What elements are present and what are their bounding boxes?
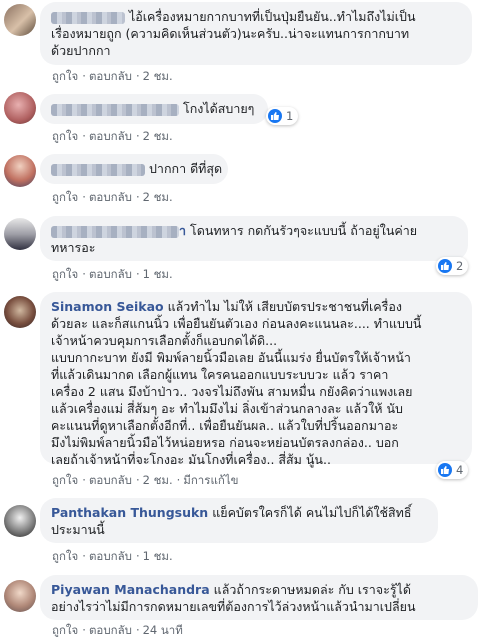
timestamp[interactable]: 2 ชม. bbox=[143, 473, 173, 487]
like-link[interactable]: ถูกใจ bbox=[52, 129, 78, 143]
comment-actions: ถูกใจ · ตอบกลับ · 2 ชม. bbox=[52, 69, 173, 83]
reply-link[interactable]: ตอบกลับ bbox=[89, 549, 132, 563]
comment-text-line: เลยถ้าเจ้าหน้าที่จะโกงอะ มันโกงที่เครื่อ… bbox=[51, 452, 331, 467]
like-thumb-icon bbox=[438, 463, 452, 477]
comment-text: โกงได้สบายๆ bbox=[182, 101, 255, 116]
comment-text-line: โดนทหาร กดกันรัวๆจะแบบนี้ ถ้าอยู่ในค่าย bbox=[190, 223, 418, 238]
comment-bubble: ปากกา ดีที่สุด bbox=[40, 154, 228, 184]
reply-link[interactable]: ตอบกลับ bbox=[89, 267, 132, 281]
like-thumb-icon bbox=[438, 259, 452, 273]
comment-text-line: แบบกากะบาท ยังมี พิมพ์ลายนิ้วมือเลย อันน… bbox=[51, 350, 411, 365]
reply-link[interactable]: ตอบกลับ bbox=[89, 69, 132, 83]
comment-bubble: Sinamon Seikao แล้วทำไม ไม่ให้ เสียบบัตร… bbox=[40, 292, 472, 467]
comment-text-line: แล้วถ้ากระดาษหมดล่ะ กับ เราจะรู้ได้ bbox=[213, 582, 411, 597]
comment-bubble: โกงได้สบายๆ bbox=[40, 94, 268, 124]
comment-text-line: ไอ้เครื่องหมายกากบาทที่เป็นปุ่มยืนยัน..ท… bbox=[128, 9, 416, 24]
avatar[interactable] bbox=[4, 4, 36, 36]
reaction-number: 2 bbox=[456, 259, 464, 273]
blurred-name bbox=[51, 11, 125, 24]
comment-bubble: ไอ้เครื่องหมายกากบาทที่เป็นปุ่มยืนยัน..ท… bbox=[40, 2, 472, 65]
comment-actions: ถูกใจ · ตอบกลับ · 24 นาที bbox=[52, 623, 183, 637]
blurred-name bbox=[51, 103, 179, 116]
reaction-count[interactable]: 1 bbox=[266, 107, 299, 125]
comment-text-line: ด้วยปากกา bbox=[51, 43, 111, 58]
comment-text-line: ที่แล้วเดินมากด เลือกผู้แทน ใครคนออกแบบร… bbox=[51, 367, 389, 382]
comment-bubble: า โดนทหาร กดกันรัวๆจะแบบนี้ ถ้าอยู่ในค่า… bbox=[40, 216, 468, 261]
comment-text-line: อย่างไรว่าไม่มีการกดหมายเลขที่ต้องการไว้… bbox=[51, 599, 416, 614]
comment-actions: ถูกใจ · ตอบกลับ · 2 ชม. · มีการแก้ไข bbox=[52, 473, 239, 487]
comment-text-line: เจ้าหน้าควบคุมการเลือกตั้งก็แอบกดได้ดิ..… bbox=[51, 333, 278, 348]
edited-label[interactable]: มีการแก้ไข bbox=[183, 473, 238, 487]
comment-actions: ถูกใจ · ตอบกลับ · 1 ชม. bbox=[52, 267, 173, 281]
comment-text-line: เครื่อง 2 แสน มึงบ้าป่าว.. วงจรไม่ถึงพัน… bbox=[51, 384, 413, 399]
avatar[interactable] bbox=[4, 155, 36, 187]
blurred-name bbox=[51, 225, 179, 238]
like-link[interactable]: ถูกใจ bbox=[52, 190, 78, 204]
comment-bubble: Panthakan Thungsukn แย็คบัตรใครก็ได้ คนไ… bbox=[40, 498, 438, 543]
comment-text-line: ประมานนี้ bbox=[51, 522, 105, 537]
avatar[interactable] bbox=[4, 296, 36, 328]
comment-text-line: แย็คบัตรใครก็ได้ คนไม่ไปก็ได้ใช้สิทธิ์ bbox=[212, 505, 412, 520]
blurred-name bbox=[51, 163, 145, 176]
like-link[interactable]: ถูกใจ bbox=[52, 623, 78, 637]
avatar[interactable] bbox=[4, 218, 36, 250]
comment-text-line: เรื่องหมายถูก (ความคิดเห็นส่วนตัว)นะครับ… bbox=[51, 26, 410, 41]
reaction-count[interactable]: 4 bbox=[436, 461, 469, 479]
timestamp[interactable]: 1 ชม. bbox=[143, 267, 173, 281]
reply-link[interactable]: ตอบกลับ bbox=[89, 623, 132, 637]
comment-text-line: แล้วทำไม ไม่ให้ เสียบบัตรประชาชนที่เครื่… bbox=[167, 299, 402, 314]
comment-bubble: Piyawan Manachandra แล้วถ้ากระดาษหมดล่ะ … bbox=[40, 575, 478, 620]
comment-actions: ถูกใจ · ตอบกลับ · 1 ชม. bbox=[52, 549, 173, 563]
avatar[interactable] bbox=[4, 505, 36, 537]
timestamp[interactable]: 2 ชม. bbox=[143, 190, 173, 204]
like-link[interactable]: ถูกใจ bbox=[52, 69, 78, 83]
like-thumb-icon bbox=[268, 109, 282, 123]
commenter-name[interactable]: Piyawan Manachandra bbox=[51, 582, 210, 597]
commenter-name[interactable]: า bbox=[179, 223, 186, 238]
timestamp[interactable]: 1 ชม. bbox=[143, 549, 173, 563]
commenter-name[interactable]: Sinamon Seikao bbox=[51, 299, 164, 314]
reply-link[interactable]: ตอบกลับ bbox=[89, 190, 132, 204]
reaction-number: 1 bbox=[286, 109, 294, 123]
timestamp[interactable]: 2 ชม. bbox=[143, 69, 173, 83]
comment-actions: ถูกใจ · ตอบกลับ · 2 ชม. bbox=[52, 190, 173, 204]
like-link[interactable]: ถูกใจ bbox=[52, 473, 78, 487]
reaction-count[interactable]: 2 bbox=[436, 257, 469, 275]
comment-text-line: คะแนนที่ดูหาเลือกตั้งอีกที่.. เพื่อยืนยั… bbox=[51, 418, 399, 433]
reaction-number: 4 bbox=[456, 463, 464, 477]
reply-link[interactable]: ตอบกลับ bbox=[89, 473, 132, 487]
like-link[interactable]: ถูกใจ bbox=[52, 267, 78, 281]
comment-text: ปากกา ดีที่สุด bbox=[148, 161, 223, 176]
comment-text-line: แล้วเครื่องแม่ สี่ส้มๆ อะ ทำไมมึงไม่ ลิ่… bbox=[51, 401, 403, 416]
timestamp[interactable]: 24 นาที bbox=[143, 623, 183, 637]
comment-text-line: ทหารอะ bbox=[51, 240, 96, 255]
timestamp[interactable]: 2 ชม. bbox=[143, 129, 173, 143]
like-link[interactable]: ถูกใจ bbox=[52, 549, 78, 563]
comment-actions: ถูกใจ · ตอบกลับ · 2 ชม. bbox=[52, 129, 173, 143]
reply-link[interactable]: ตอบกลับ bbox=[89, 129, 132, 143]
comment-text-line: มึงไม่พิมพ์ลายนิ้วมือไว้หน่อยหรอ ก่อนจะห… bbox=[51, 435, 399, 450]
avatar[interactable] bbox=[4, 580, 36, 612]
avatar[interactable] bbox=[4, 92, 36, 124]
commenter-name[interactable]: Panthakan Thungsukn bbox=[51, 505, 208, 520]
comment-text-line: ด้วยละ และก็สแกนนิ้ว เพื่อยืนยันตัวเอง ก… bbox=[51, 316, 422, 331]
